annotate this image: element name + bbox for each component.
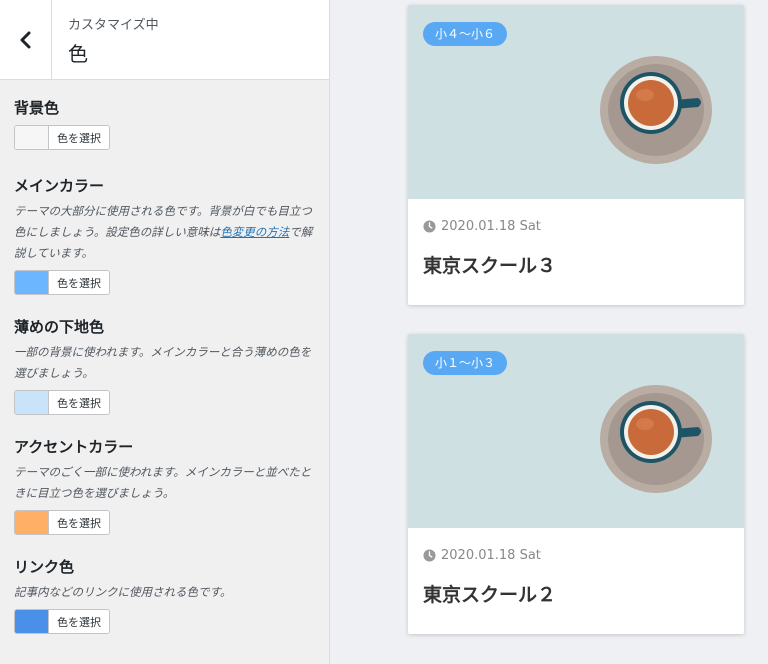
panel-subtitle: カスタマイズ中 [68, 18, 159, 33]
post-card[interactable]: 小４〜小６ 2020.01.18 Sat 東京スクール３ [408, 5, 744, 305]
color-picker-button[interactable]: 色を選択 [14, 510, 110, 535]
color-change-link[interactable]: 色変更の方法 [220, 225, 289, 239]
control-background-color: 背景色 色を選択 [14, 98, 314, 150]
color-swatch [15, 271, 49, 294]
post-title[interactable]: 東京スクール３ [423, 251, 556, 278]
panel-header: カスタマイズ中 色 [0, 0, 329, 80]
control-title: 薄めの下地色 [14, 318, 105, 336]
customizer-panel: カスタマイズ中 色 背景色 色を選択 メインカラー テーマの大部分に使用される色… [0, 0, 330, 664]
color-picker-label: 色を選択 [49, 511, 109, 534]
clock-icon [423, 220, 436, 233]
control-title: 背景色 [14, 99, 60, 117]
date-text: 2020.01.18 Sat [441, 219, 541, 234]
post-card[interactable]: 小１〜小３ 2020.01.18 Sat 東京スクール２ [408, 334, 744, 634]
color-swatch [15, 126, 49, 149]
panel-title: 色 [68, 42, 88, 66]
control-title: メインカラー [14, 177, 105, 195]
color-picker-label: 色を選択 [49, 126, 109, 149]
control-link-color: リンク色 記事内などのリンクに使用される色です。 色を選択 [14, 557, 314, 634]
post-date: 2020.01.18 Sat [423, 548, 541, 563]
post-title[interactable]: 東京スクール２ [423, 580, 556, 607]
color-swatch [15, 391, 49, 414]
color-picker-label: 色を選択 [49, 391, 109, 414]
post-date: 2020.01.18 Sat [423, 219, 541, 234]
control-description: テーマのごく一部に使われます。メインカラーと並べたときに目立つ色を選びましょう。 [14, 465, 312, 500]
control-title: リンク色 [14, 558, 75, 576]
clock-icon [423, 549, 436, 562]
control-accent-color: アクセントカラー テーマのごく一部に使われます。メインカラーと並べたときに目立つ… [14, 437, 314, 535]
chevron-left-icon [20, 31, 30, 48]
control-description: 一部の背景に使われます。メインカラーと合う薄めの色を選びましょう。 [14, 345, 312, 380]
category-badge: 小４〜小６ [423, 22, 508, 46]
post-thumbnail: 小４〜小６ [408, 5, 744, 199]
category-badge: 小１〜小３ [423, 351, 508, 375]
control-light-base-color: 薄めの下地色 一部の背景に使われます。メインカラーと合う薄めの色を選びましょう。… [14, 317, 314, 415]
color-swatch [15, 511, 49, 534]
control-main-color: メインカラー テーマの大部分に使用される色です。背景が白でも目立つ色にしましょう… [14, 176, 314, 295]
color-picker-button[interactable]: 色を選択 [14, 125, 110, 150]
control-title: アクセントカラー [14, 438, 134, 456]
back-button[interactable] [0, 0, 52, 79]
control-description: テーマの大部分に使用される色です。背景が白でも目立つ色にしましょう。設定色の詳し… [14, 201, 314, 264]
color-picker-label: 色を選択 [49, 610, 109, 633]
color-picker-button[interactable]: 色を選択 [14, 390, 110, 415]
post-thumbnail: 小１〜小３ [408, 334, 744, 528]
color-picker-button[interactable]: 色を選択 [14, 609, 110, 634]
color-swatch [15, 610, 49, 633]
date-text: 2020.01.18 Sat [441, 548, 541, 563]
color-picker-button[interactable]: 色を選択 [14, 270, 110, 295]
color-picker-label: 色を選択 [49, 271, 109, 294]
control-description: 記事内などのリンクに使用される色です。 [14, 585, 232, 599]
color-controls: 背景色 色を選択 メインカラー テーマの大部分に使用される色です。背景が白でも目… [14, 98, 314, 634]
